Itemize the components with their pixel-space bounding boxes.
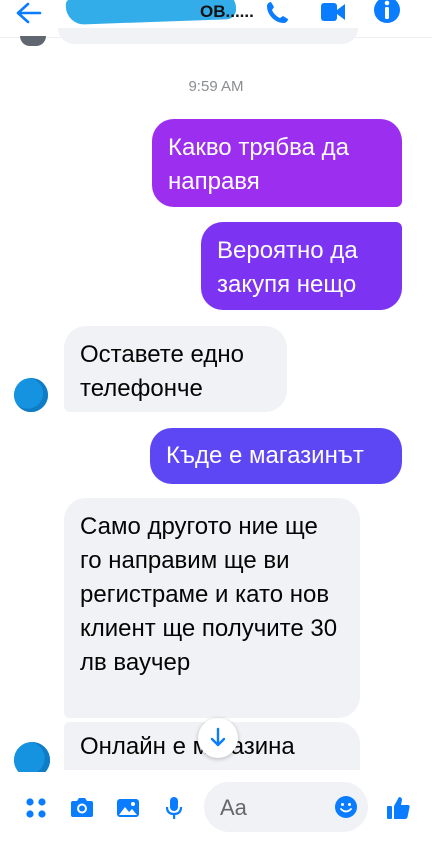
phone-icon[interactable] — [262, 0, 292, 26]
avatar[interactable] — [14, 378, 48, 412]
arrow-down-icon — [210, 727, 226, 747]
info-icon[interactable] — [372, 0, 402, 26]
microphone-icon[interactable] — [160, 794, 188, 822]
contact-name[interactable]: ОВ...... — [200, 2, 254, 22]
emoji-icon[interactable] — [334, 795, 358, 819]
outgoing-message[interactable]: Къде е магазинът — [150, 428, 402, 484]
outgoing-message[interactable]: Вероятно да закупя нещо — [201, 222, 402, 310]
incoming-message[interactable]: Само другото ние ще го направим ще ви ре… — [64, 498, 360, 718]
previous-message-bubble — [58, 28, 358, 44]
incoming-message[interactable]: Оставете едно телефонче — [64, 326, 287, 412]
message-input[interactable]: Aa — [204, 782, 368, 832]
scroll-down-button[interactable] — [198, 718, 238, 758]
message-timestamp: 9:59 AM — [188, 78, 244, 95]
message-input-placeholder: Aa — [220, 795, 247, 820]
camera-icon[interactable] — [68, 794, 96, 822]
video-icon[interactable] — [318, 0, 348, 26]
like-icon[interactable] — [384, 794, 412, 822]
apps-icon[interactable] — [22, 794, 50, 822]
back-arrow-icon[interactable] — [8, 0, 44, 28]
gallery-icon[interactable] — [114, 794, 142, 822]
outgoing-message[interactable]: Какво трябва да направя — [152, 119, 402, 207]
previous-avatar — [20, 36, 46, 46]
